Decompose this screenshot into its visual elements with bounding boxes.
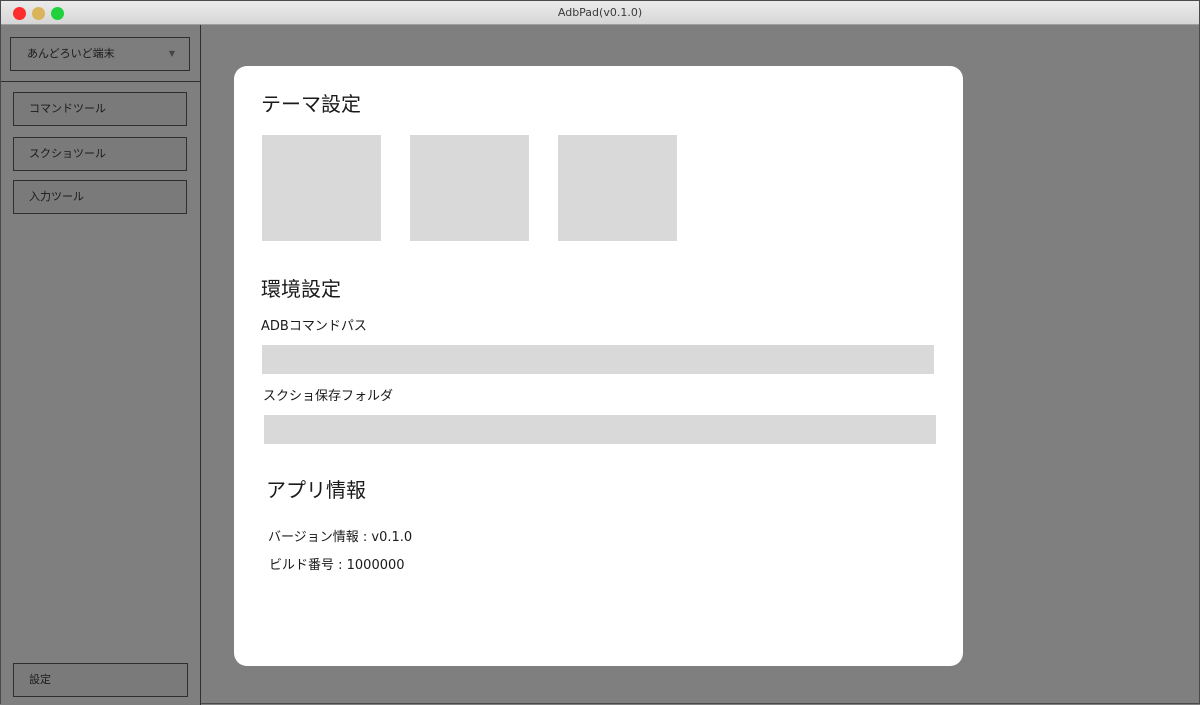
theme-option-1[interactable] bbox=[262, 135, 381, 241]
window-title: AdbPad(v0.1.0) bbox=[557, 6, 643, 19]
app-window: AdbPad(v0.1.0) あんどろいど端末 ▼ コマンドツール スクショツー… bbox=[0, 0, 1200, 705]
theme-settings-heading: テーマ設定 bbox=[261, 92, 361, 116]
sidebar-item-screenshot-tool[interactable]: スクショツール bbox=[13, 137, 187, 171]
theme-option-3[interactable] bbox=[558, 135, 677, 241]
build-number: ビルド番号 : 1000000 bbox=[269, 558, 405, 573]
settings-dialog: テーマ設定 環境設定 ADBコマンドパス スクショ保存フォルダ アプリ情報 バー… bbox=[234, 66, 963, 666]
screenshot-folder-input[interactable] bbox=[264, 415, 936, 444]
env-settings-heading: 環境設定 bbox=[261, 277, 341, 301]
theme-option-2[interactable] bbox=[410, 135, 529, 241]
sidebar-item-command-tool[interactable]: コマンドツール bbox=[13, 92, 187, 126]
sidebar: あんどろいど端末 ▼ コマンドツール スクショツール 入力ツール 設定 bbox=[1, 25, 201, 705]
version-info: バージョン情報 : v0.1.0 bbox=[268, 530, 413, 545]
app-info-heading: アプリ情報 bbox=[266, 478, 366, 502]
sidebar-item-input-tool[interactable]: 入力ツール bbox=[13, 180, 187, 214]
device-select[interactable]: あんどろいど端末 ▼ bbox=[10, 37, 190, 71]
sidebar-item-settings[interactable]: 設定 bbox=[13, 663, 188, 697]
title-bar: AdbPad(v0.1.0) bbox=[1, 1, 1199, 25]
chevron-down-icon: ▼ bbox=[168, 49, 175, 58]
screenshot-folder-label: スクショ保存フォルダ bbox=[263, 389, 394, 404]
sidebar-divider bbox=[1, 81, 201, 82]
adb-path-label: ADBコマンドパス bbox=[261, 319, 367, 334]
adb-path-input[interactable] bbox=[262, 345, 934, 374]
device-select-label: あんどろいど端末 bbox=[27, 47, 115, 60]
